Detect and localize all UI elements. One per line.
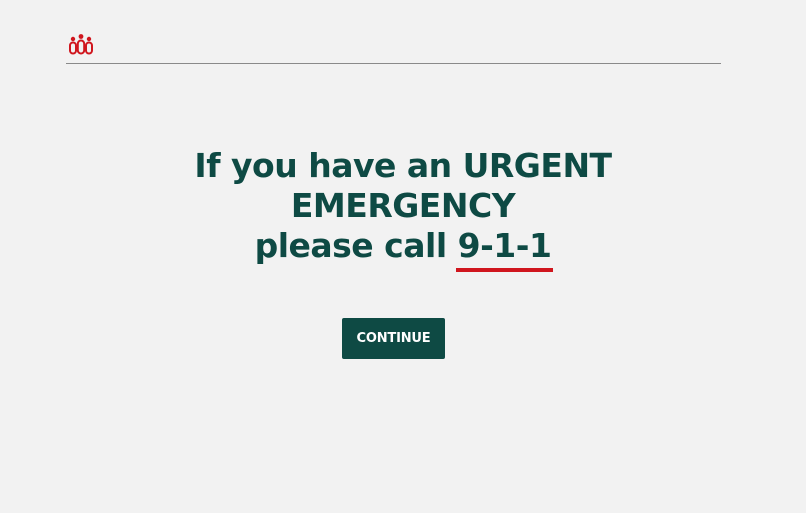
- headline-line-2: EMERGENCY: [290, 186, 516, 225]
- emergency-notice-page: If you have an URGENT EMERGENCY please c…: [0, 0, 806, 513]
- people-group-icon: [68, 33, 94, 57]
- headline-call-prefix: please call: [254, 226, 458, 265]
- emergency-headline: If you have an URGENT EMERGENCY please c…: [0, 146, 806, 272]
- headline-line-1: If you have an URGENT: [194, 146, 612, 185]
- headline-line-3: please call 9-1-1: [0, 226, 806, 272]
- header: [66, 33, 721, 64]
- continue-button[interactable]: CONTINUE: [342, 318, 445, 359]
- emergency-number: 9-1-1: [455, 226, 554, 272]
